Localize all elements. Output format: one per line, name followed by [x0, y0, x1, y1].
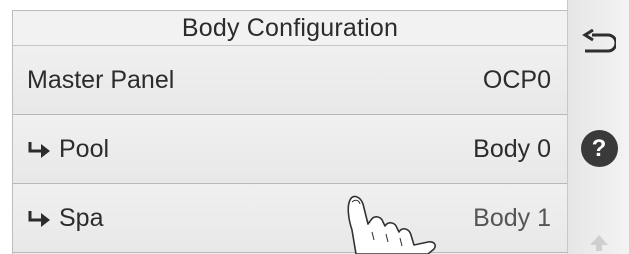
row-value-master-panel: OCP0	[482, 66, 551, 94]
up-arrow-icon	[590, 235, 608, 251]
sidebar: ?	[567, 0, 629, 254]
row-pool[interactable]: Pool Body 0	[13, 115, 567, 184]
row-value-pool: Body 0	[473, 135, 551, 163]
row-master-panel[interactable]: Master Panel OCP0	[13, 46, 567, 115]
help-icon: ?	[580, 129, 618, 167]
page-title: Body Configuration	[13, 11, 567, 46]
scroll-up-button[interactable]	[568, 228, 629, 254]
configuration-panel: Body Configuration Master Panel OCP0 Poo…	[12, 10, 567, 254]
sub-item-arrow-icon	[28, 211, 50, 228]
body-configuration-screen: Body Configuration Master Panel OCP0 Poo…	[0, 0, 629, 254]
row-label-pool: Pool	[59, 135, 110, 163]
row-spa[interactable]: Spa Body 1	[13, 184, 567, 253]
row-value-spa: Body 1	[473, 204, 551, 232]
back-button[interactable]	[568, 22, 629, 66]
row-label-container-pool: Pool	[27, 115, 109, 184]
row-label-container-spa: Spa	[27, 184, 103, 253]
row-label-master-panel: Master Panel	[27, 66, 175, 94]
row-label-spa: Spa	[59, 204, 104, 232]
help-button[interactable]: ?	[568, 123, 629, 173]
sub-item-arrow-icon	[28, 142, 50, 159]
back-arrow-icon	[582, 29, 616, 53]
